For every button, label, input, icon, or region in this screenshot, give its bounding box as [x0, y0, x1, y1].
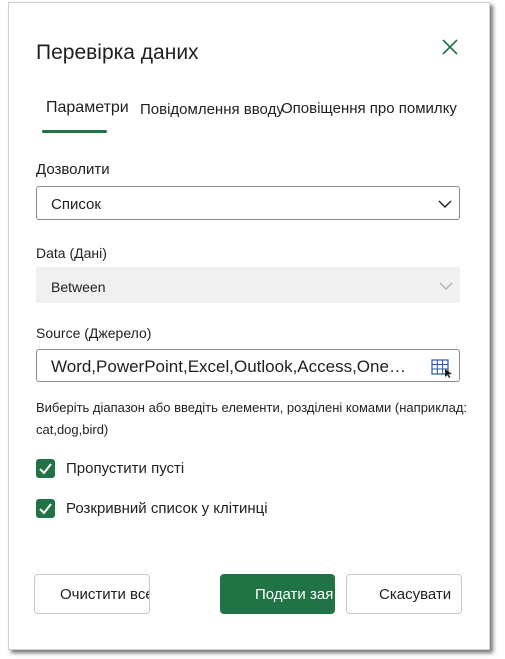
source-label: Source (Джерело) — [36, 325, 152, 341]
source-hint: Виберіть діапазон або введіть елементи, … — [36, 400, 468, 437]
clear-all-label: Очистити все — [60, 586, 150, 603]
data-select: Between — [36, 267, 460, 303]
allow-select-value: Список — [51, 196, 101, 213]
in-cell-dropdown-checkbox[interactable] — [36, 499, 55, 518]
chevron-down-icon — [438, 200, 452, 208]
source-input-value: Word,PowerPoint,Excel,Outlook,Access,One… — [51, 357, 411, 376]
tab-input-message[interactable]: Повідомлення вводу — [140, 101, 284, 118]
source-input[interactable]: Word,PowerPoint,Excel,Outlook,Access,One… — [36, 349, 460, 382]
close-button[interactable] — [438, 35, 462, 59]
cancel-label: Скасувати — [379, 586, 452, 603]
chevron-down-icon — [439, 282, 453, 290]
tab-settings[interactable]: Параметри — [46, 99, 129, 117]
ignore-blank-checkbox[interactable] — [36, 459, 55, 478]
data-label: Data (Дані) — [36, 245, 107, 261]
checkmark-icon — [39, 503, 52, 515]
in-cell-dropdown-label: Розкривний список у клітинці — [66, 500, 268, 517]
data-validation-dialog: Перевірка даних Параметри Повідомлення в… — [8, 2, 490, 650]
cancel-button[interactable]: Скасувати — [346, 574, 462, 614]
submit-label: Подати зая — [255, 586, 334, 603]
clear-all-button[interactable]: Очистити все — [34, 574, 150, 614]
checkmark-icon — [39, 463, 52, 475]
dialog-title: Перевірка даних — [36, 41, 199, 64]
data-select-value: Between — [51, 279, 106, 295]
tab-error-alert[interactable]: Оповіщення про помилку — [281, 100, 457, 117]
allow-label: Дозволити — [36, 161, 110, 178]
ignore-blank-label: Пропустити пусті — [66, 460, 185, 477]
range-select-icon — [431, 359, 452, 378]
active-tab-indicator — [42, 130, 107, 133]
range-select-button[interactable] — [431, 358, 453, 378]
close-icon — [442, 39, 458, 55]
submit-button[interactable]: Подати зая — [220, 574, 335, 614]
allow-select[interactable]: Список — [36, 186, 460, 220]
